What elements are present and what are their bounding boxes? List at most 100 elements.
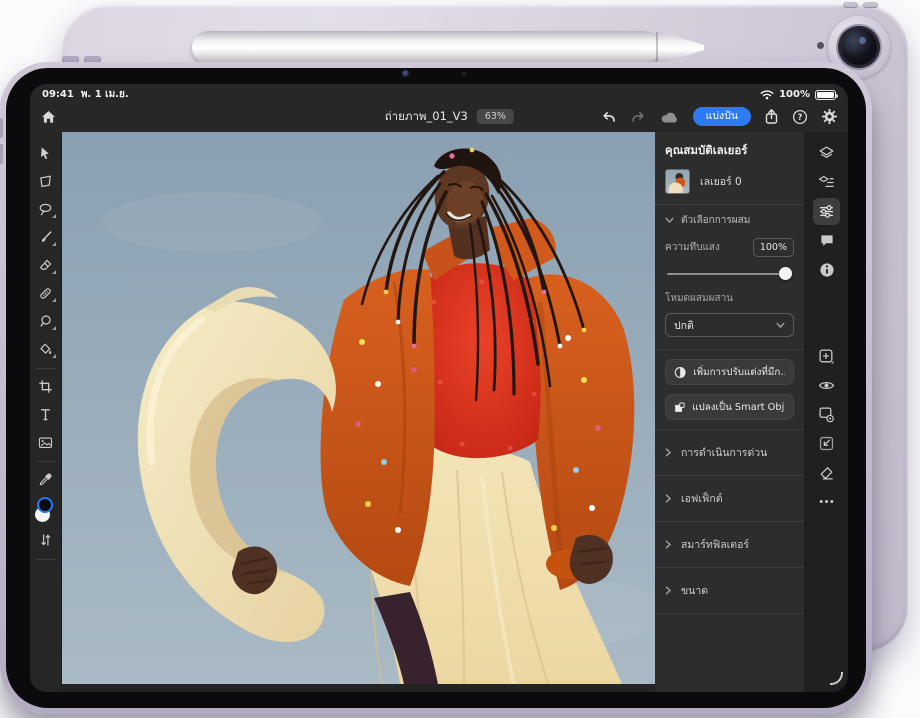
wifi-icon — [760, 89, 774, 100]
blend-options-label: ตัวเลือกการผสม — [681, 213, 750, 228]
move-tool[interactable] — [33, 140, 59, 166]
convert-smart-object-button[interactable]: แปลงเป็น Smart Object — [665, 394, 794, 420]
divider — [655, 429, 804, 430]
info-icon — [819, 262, 835, 278]
document-title: ถ่ายภาพ_01_V3 — [385, 108, 468, 126]
canvas-background — [62, 684, 655, 692]
share-button[interactable]: แบ่งปัน — [693, 107, 751, 126]
chevron-right-icon — [665, 540, 672, 549]
help-icon[interactable]: ? — [792, 109, 808, 125]
layers-button[interactable] — [813, 140, 840, 167]
toolbar-separator — [36, 461, 56, 462]
home-icon — [40, 109, 57, 125]
section-label: การดำเนินการด่วน — [681, 444, 767, 461]
lasso-tool[interactable] — [33, 196, 59, 222]
place-embedded-button[interactable] — [813, 430, 840, 457]
healing-brush-tool[interactable] — [33, 280, 59, 306]
color-chips[interactable] — [34, 497, 58, 523]
add-layer-icon — [818, 348, 835, 365]
cloud-sync-icon[interactable] — [660, 110, 680, 124]
section-quick-actions[interactable]: การดำเนินการด่วน — [665, 436, 794, 469]
section-effects[interactable]: เอฟเฟ็กต์ — [665, 482, 794, 515]
status-bar: 09:41 พ. 1 เม.ย. 100% — [30, 84, 848, 101]
home-button[interactable] — [40, 109, 66, 125]
section-size[interactable]: ขนาด — [665, 574, 794, 607]
visibility-button[interactable] — [813, 372, 840, 399]
divider — [655, 613, 804, 614]
place-photo-tool[interactable] — [33, 429, 59, 455]
workspace: คุณสมบัติเลเยอร์ เลเยอร์ 0 ตัวเลือกการผส… — [30, 132, 848, 692]
panel-title: คุณสมบัติเลเยอร์ — [665, 142, 794, 160]
toolbar-separator — [36, 368, 56, 369]
divider — [655, 349, 804, 350]
chevron-right-icon — [665, 494, 672, 503]
swap-tool-options[interactable] — [33, 527, 59, 553]
add-layer-button[interactable] — [813, 343, 840, 370]
slider-knob[interactable] — [779, 267, 792, 280]
side-notch — [0, 144, 3, 164]
apple-pencil — [192, 31, 660, 64]
settings-gear-icon[interactable] — [821, 108, 838, 125]
info-button[interactable] — [813, 256, 840, 283]
eyedropper-tool[interactable] — [33, 466, 59, 492]
more-options-icon — [819, 499, 834, 504]
zoom-level-badge[interactable]: 63% — [477, 109, 514, 124]
add-adjustment-button[interactable]: เพิ่มการปรับแต่งที่มีก… — [665, 359, 794, 385]
add-adjustment-label: เพิ่มการปรับแต่งที่มีก… — [693, 365, 785, 380]
layer-row[interactable]: เลเยอร์ 0 — [665, 169, 794, 194]
section-label: เอฟเฟ็กต์ — [681, 490, 723, 507]
canvas-area[interactable] — [62, 132, 655, 692]
edit-properties-button[interactable] — [813, 198, 840, 225]
export-icon[interactable] — [764, 108, 779, 125]
opacity-slider[interactable] — [667, 267, 792, 281]
opacity-value-box[interactable]: 100% — [753, 238, 794, 257]
clone-stamp-tool[interactable] — [33, 308, 59, 334]
photoshop-app-screen: 09:41 พ. 1 เม.ย. 100% ถ่ายภาพ_01_V3 — [30, 84, 848, 692]
layer-properties-icon — [818, 174, 835, 191]
back-ipad-top-button — [843, 2, 858, 8]
flatten-button[interactable] — [813, 459, 840, 486]
transform-tool[interactable] — [33, 168, 59, 194]
comments-button[interactable] — [813, 227, 840, 254]
section-label: ขนาด — [681, 582, 708, 599]
undo-icon[interactable] — [600, 109, 617, 124]
rear-camera-lens-icon — [838, 26, 880, 68]
flatten-icon — [818, 464, 835, 481]
section-label: สมาร์ทฟิลเตอร์ — [681, 536, 749, 553]
crop-tool[interactable] — [33, 373, 59, 399]
blend-mode-dropdown[interactable]: ปกติ — [665, 313, 794, 337]
apple-pencil-seam — [656, 32, 658, 63]
layer-thumbnail[interactable] — [665, 169, 690, 194]
battery-percent: 100% — [779, 89, 810, 100]
battery-icon — [815, 90, 836, 100]
blend-options-toggle[interactable]: ตัวเลือกการผสม — [665, 213, 794, 228]
fill-tool[interactable] — [33, 336, 59, 362]
marketing-scene: 09:41 พ. 1 เม.ย. 100% ถ่ายภาพ_01_V3 — [0, 0, 920, 718]
tools-toolbar — [30, 132, 62, 692]
divider — [655, 204, 804, 205]
comments-icon — [819, 233, 835, 248]
visibility-eye-icon — [818, 379, 835, 392]
type-tool[interactable] — [33, 401, 59, 427]
opacity-label: ความทึบแสง — [665, 240, 720, 255]
redo-icon[interactable] — [630, 109, 647, 124]
chevron-down-icon — [776, 322, 785, 329]
section-smart-filters[interactable]: สมาร์ทฟิลเตอร์ — [665, 528, 794, 561]
foreground-color-chip[interactable] — [37, 497, 53, 513]
svg-text:?: ? — [798, 113, 803, 123]
smart-object-icon — [674, 401, 685, 414]
toolbar-separator — [36, 559, 56, 560]
adjustment-icon — [674, 366, 686, 379]
eraser-tool[interactable] — [33, 252, 59, 278]
brush-tool[interactable] — [33, 224, 59, 250]
clipping-mask-button[interactable] — [813, 401, 840, 428]
layer-properties-button[interactable] — [813, 169, 840, 196]
canvas-photo — [62, 132, 655, 684]
convert-smart-object-label: แปลงเป็น Smart Object — [692, 400, 785, 415]
chevron-right-icon — [665, 448, 672, 457]
clipping-mask-icon — [818, 406, 835, 423]
more-options-button[interactable] — [813, 488, 840, 515]
divider — [655, 521, 804, 522]
camera-glint — [859, 37, 866, 44]
front-camera-icon — [402, 70, 410, 78]
